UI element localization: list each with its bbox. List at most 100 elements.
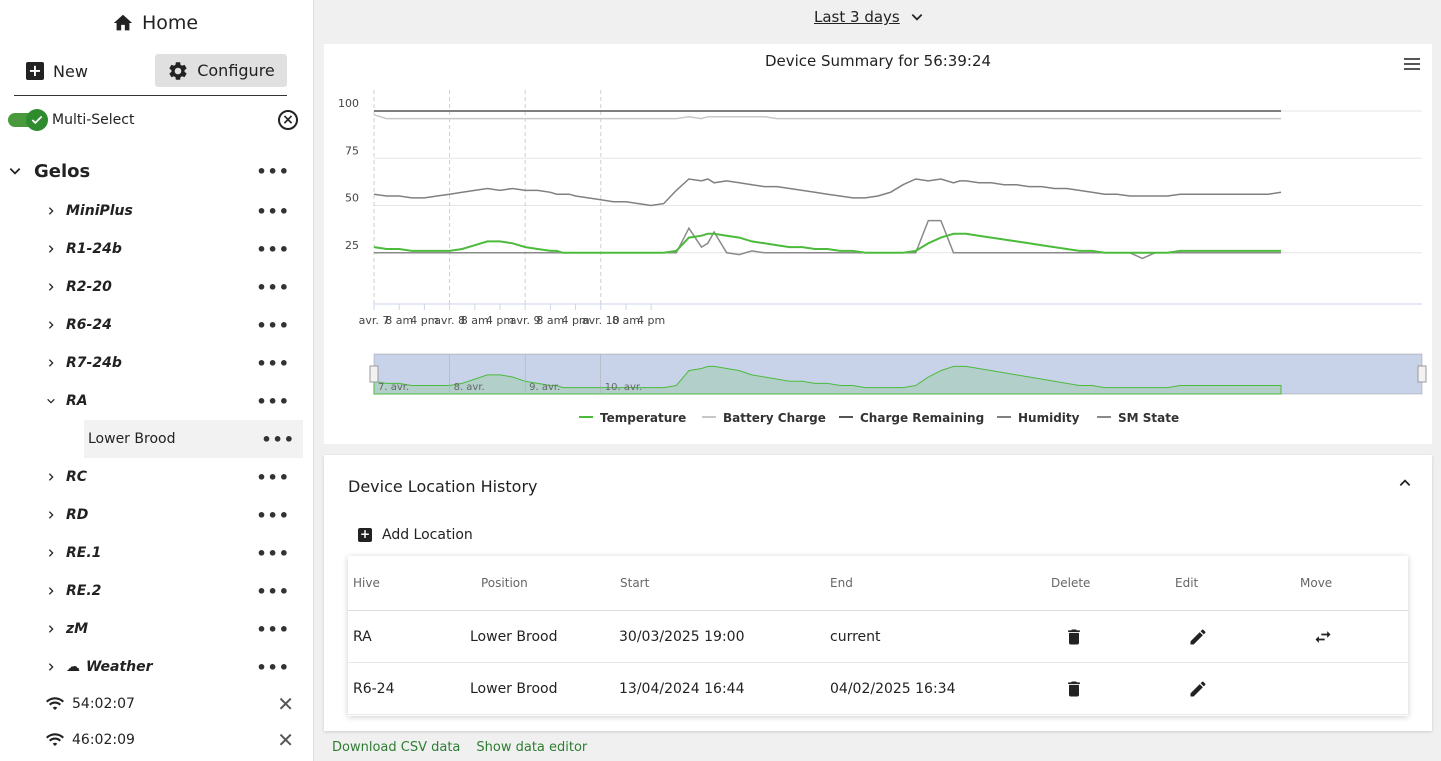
download-csv-link[interactable]: Download CSV data xyxy=(332,740,460,755)
tree-item-label: zM xyxy=(66,621,89,637)
plus-icon: + xyxy=(358,527,372,542)
chevron-right-icon[interactable] xyxy=(46,358,56,368)
more-options-icon[interactable]: ••• xyxy=(261,430,295,449)
tree-item[interactable]: MiniPlus ••• xyxy=(46,192,298,230)
show-data-editor-link[interactable]: Show data editor xyxy=(476,740,587,755)
legend-item: SM State xyxy=(1118,411,1179,425)
tree-item[interactable]: R7-24b ••• xyxy=(46,344,298,382)
column-header: Position xyxy=(481,576,528,590)
tree-item-label: RE.1 xyxy=(66,545,102,561)
check-icon xyxy=(26,109,48,131)
tree-item[interactable]: RE.2 ••• xyxy=(46,572,298,610)
sidebar: Home + New Configure Multi-Select × Gelo… xyxy=(0,0,314,761)
more-options-icon[interactable]: ••• xyxy=(256,658,290,677)
gear-icon xyxy=(169,61,187,80)
more-options-icon[interactable]: ••• xyxy=(256,162,290,181)
navigator-label: 9. avr. xyxy=(529,382,560,393)
chevron-right-icon[interactable] xyxy=(46,282,56,292)
tree-subitem[interactable]: Lower Brood ••• xyxy=(84,420,303,458)
delete-icon[interactable] xyxy=(1064,663,1084,714)
chevron-right-icon[interactable] xyxy=(46,472,56,482)
wifi-icon xyxy=(46,697,64,710)
chart-plot[interactable]: 100755025avr. 78 am4 pmavr. 88 am4 pmavr… xyxy=(324,44,1432,444)
more-options-icon[interactable]: ••• xyxy=(256,620,290,639)
start-cell: 13/04/2024 16:44 xyxy=(619,680,745,697)
navigator-label: 10. avr. xyxy=(605,382,643,393)
add-location-label: Add Location xyxy=(382,527,473,543)
tree-item-label: R6-24 xyxy=(66,317,112,333)
edit-icon[interactable] xyxy=(1188,611,1208,662)
wifi-icon xyxy=(46,733,64,746)
tree-item[interactable]: RA ••• xyxy=(46,382,298,420)
tree-item[interactable]: R1-24b ••• xyxy=(46,230,298,268)
chevron-right-icon[interactable] xyxy=(46,206,56,216)
tree-item-label: Weather xyxy=(86,659,153,675)
range-selector[interactable]: Last 3 days xyxy=(814,6,924,28)
more-options-icon[interactable]: ••• xyxy=(256,468,290,487)
legend-item: Charge Remaining xyxy=(860,411,984,425)
device-label: 54:02:07 xyxy=(72,696,135,712)
tree-item[interactable]: ☁ Weather ••• xyxy=(46,648,298,686)
move-icon[interactable] xyxy=(1313,611,1333,662)
legend-item: Humidity xyxy=(1018,411,1080,425)
multiselect-toggle[interactable] xyxy=(8,109,48,131)
hive-cell: RA xyxy=(353,628,372,645)
tree-item[interactable]: RE.1 ••• xyxy=(46,534,298,572)
chevron-right-icon[interactable] xyxy=(46,244,56,254)
configure-button[interactable]: Configure xyxy=(155,54,287,87)
chevron-right-icon[interactable] xyxy=(46,662,56,672)
weather-icon: ☁ xyxy=(66,659,80,675)
tree-item[interactable]: zM ••• xyxy=(46,610,298,648)
tree-item[interactable]: R6-24 ••• xyxy=(46,306,298,344)
more-options-icon[interactable]: ••• xyxy=(256,392,290,411)
home-link[interactable]: Home xyxy=(0,10,310,36)
more-options-icon[interactable]: ••• xyxy=(256,544,290,563)
position-cell: Lower Brood xyxy=(470,628,558,645)
edit-icon[interactable] xyxy=(1188,663,1208,714)
clear-selection-icon[interactable]: × xyxy=(278,110,298,130)
chevron-right-icon[interactable] xyxy=(46,510,56,520)
tree-item-label: R2-20 xyxy=(66,279,112,295)
chevron-right-icon[interactable] xyxy=(46,586,56,596)
tree-item-label: RD xyxy=(66,507,89,523)
new-label: New xyxy=(53,61,88,81)
close-icon[interactable]: ✕ xyxy=(277,692,294,716)
y-tick-label: 50 xyxy=(345,192,359,205)
column-header: Hive xyxy=(353,576,380,590)
main-content: Last 3 days Device Summary for 56:39:24 … xyxy=(314,0,1441,761)
add-location-button[interactable]: + Add Location xyxy=(358,527,473,543)
tree-item-label: RA xyxy=(66,393,88,409)
group-gelos[interactable]: Gelos ••• xyxy=(8,158,298,184)
hive-cell: R6-24 xyxy=(353,680,395,697)
chevron-right-icon[interactable] xyxy=(46,320,56,330)
chevron-right-icon[interactable] xyxy=(46,624,56,634)
y-tick-label: 100 xyxy=(338,97,359,110)
tree-item[interactable]: R2-20 ••• xyxy=(46,268,298,306)
chevron-down-icon[interactable] xyxy=(46,396,56,406)
chevron-up-icon[interactable] xyxy=(1398,475,1412,494)
multiselect-label: Multi-Select xyxy=(52,112,135,128)
new-button[interactable]: + New xyxy=(26,60,88,82)
end-cell: current xyxy=(830,628,881,645)
column-header: End xyxy=(830,576,853,590)
more-options-icon[interactable]: ••• xyxy=(256,354,290,373)
more-options-icon[interactable]: ••• xyxy=(256,202,290,221)
device-item[interactable]: 46:02:09 ✕ xyxy=(46,727,294,753)
x-tick-label: 8 am xyxy=(612,314,640,327)
more-options-icon[interactable]: ••• xyxy=(256,582,290,601)
navigator-label: 8. avr. xyxy=(454,382,485,393)
device-item[interactable]: 54:02:07 ✕ xyxy=(46,691,294,717)
tree-item-label: MiniPlus xyxy=(66,203,133,219)
position-cell: Lower Brood xyxy=(470,680,558,697)
more-options-icon[interactable]: ••• xyxy=(256,240,290,259)
chevron-right-icon[interactable] xyxy=(46,548,56,558)
table-row: RA Lower Brood 30/03/2025 19:00 current xyxy=(348,611,1408,663)
more-options-icon[interactable]: ••• xyxy=(256,278,290,297)
close-icon[interactable]: ✕ xyxy=(277,728,294,752)
delete-icon[interactable] xyxy=(1064,611,1084,662)
more-options-icon[interactable]: ••• xyxy=(256,316,290,335)
end-cell: 04/02/2025 16:34 xyxy=(830,680,956,697)
tree-item[interactable]: RD ••• xyxy=(46,496,298,534)
more-options-icon[interactable]: ••• xyxy=(256,506,290,525)
tree-item[interactable]: RC ••• xyxy=(46,458,298,496)
